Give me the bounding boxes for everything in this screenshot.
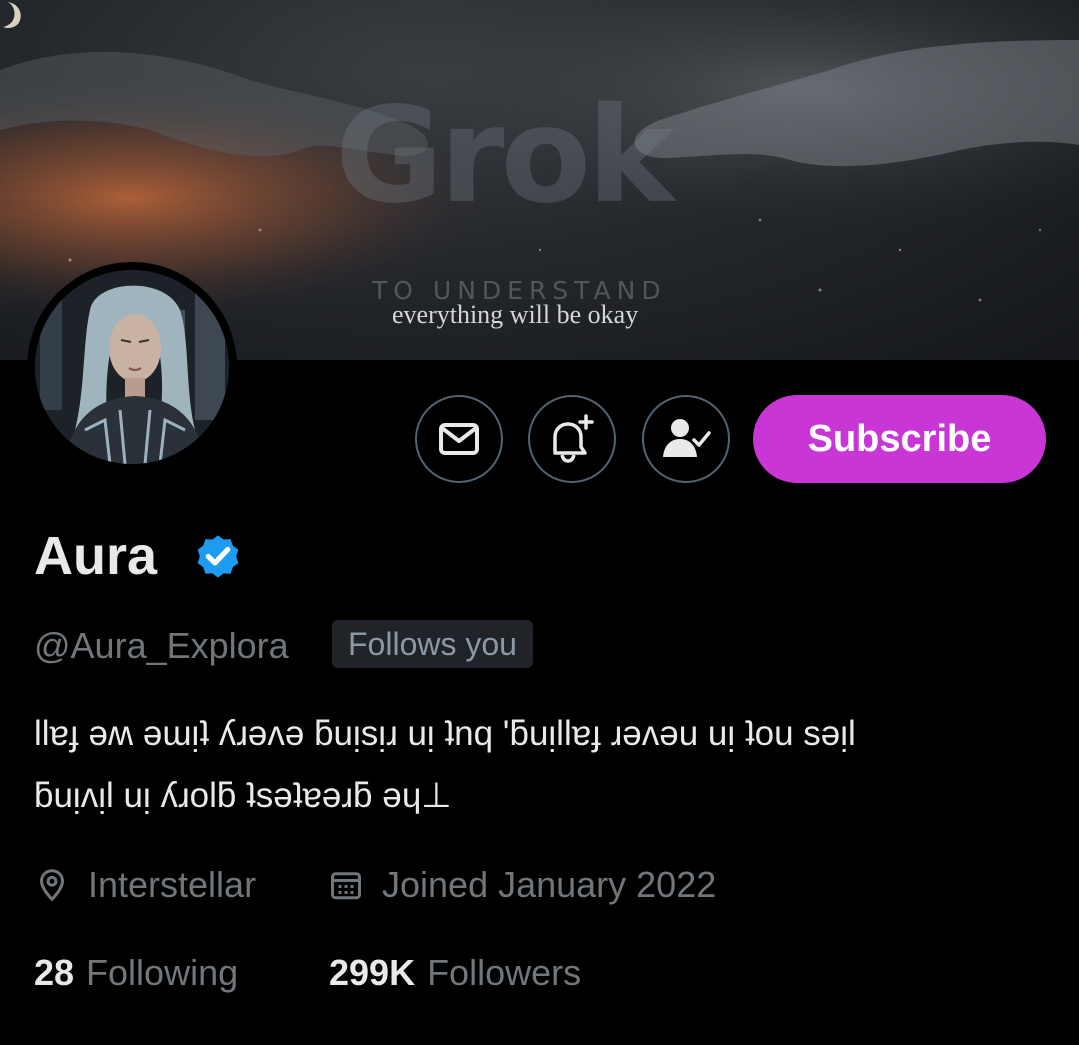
message-button[interactable] [415,395,503,483]
subscribe-button[interactable]: Subscribe [753,395,1046,483]
crescent-moon-icon [3,2,21,28]
following-label: Following [86,952,239,993]
avatar-image [35,270,229,464]
banner-subtitle: everything will be okay [392,300,639,329]
verified-badge-icon[interactable] [192,530,244,582]
bell-plus-icon [553,414,594,463]
user-handle: @Aura_Explora [34,625,289,666]
location-pin-icon [39,869,65,902]
following-button[interactable] [642,395,730,483]
location-row: Interstellar [34,860,256,910]
followers-count: 299K [329,952,416,993]
notifications-button[interactable] [528,395,616,483]
bio-line: llɐɟ ǝʍ ǝɯᴉʇ ʎɹǝʌǝ ƃuᴉsᴉɹ uᴉ ʇnq 'ƃuᴉllɐ… [34,714,856,753]
location-text: Interstellar [88,864,257,905]
bio-line: ƃuᴉʌᴉl uᴉ ʎɹolƃ ʇsǝʇɐǝɹƃ ǝɥ⊥ [34,776,452,815]
display-name: Aura [34,526,158,586]
calendar-icon [331,872,361,900]
avatar[interactable] [27,262,237,472]
banner-logo-text: Grok [335,79,675,233]
user-check-icon [663,419,711,457]
following-stat-link[interactable]: 28 Following [34,950,238,996]
followers-label: Followers [427,952,582,993]
envelope-icon [439,423,479,455]
joined-text: Joined January 2022 [382,864,717,905]
joined-row: Joined January 2022 [328,860,716,910]
followers-stat-link[interactable]: 299K Followers [329,950,581,996]
follows-you-badge: Follows you [332,620,533,668]
following-count: 28 [34,952,75,993]
